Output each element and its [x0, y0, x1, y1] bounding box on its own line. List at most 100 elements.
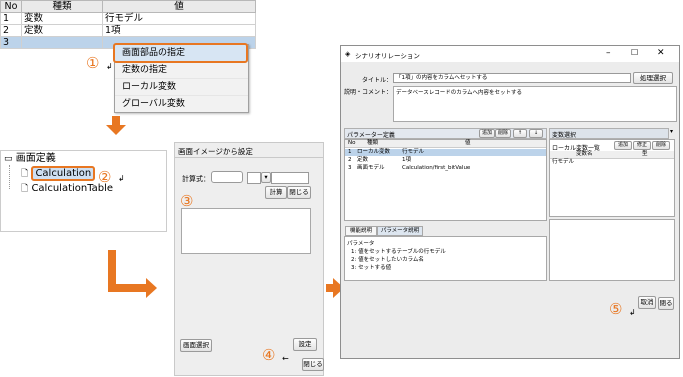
local-var-panel: ローカル変数一覧 追加 修正 削除 変数名 型 行モデル: [549, 139, 675, 217]
title-field[interactable]: 「1項」の内容をカラムへセットする: [393, 73, 631, 83]
cell-type: 定数: [21, 24, 103, 37]
flow-arrow-right: [108, 284, 148, 292]
desc-label: 説明・コメント：: [344, 89, 393, 96]
table-row[interactable]: 2 定数 1項: [0, 24, 256, 37]
close-button[interactable]: 閉じる: [287, 186, 311, 199]
tab-param-desc[interactable]: パラメータ説明: [377, 226, 423, 236]
cell-no: 2: [348, 157, 352, 163]
flow-arrowhead: [106, 125, 126, 135]
divider: [175, 157, 323, 158]
var-col-type: 型: [642, 151, 648, 157]
set-from-screen-dialog: 画面イメージから設定 計算式： ▾ 計算 閉じる 画面選択 設定 閉じる: [174, 142, 324, 376]
value-field[interactable]: [271, 172, 309, 184]
app-icon: ◈: [345, 50, 351, 58]
column-header-type[interactable]: 種類: [21, 0, 103, 13]
param-col-value: 値: [465, 140, 471, 146]
expression-area[interactable]: [181, 208, 311, 254]
cell-type: [21, 36, 103, 49]
window-title: シナリオリレーション: [355, 52, 420, 60]
var-edit-button[interactable]: 修正: [633, 141, 651, 150]
var-add-button[interactable]: 追加: [614, 141, 632, 150]
param-table-header: No 種類 値: [345, 140, 546, 148]
close-bottom-button[interactable]: 閉じる: [302, 358, 324, 371]
table-row[interactable]: 行モデル: [550, 159, 674, 166]
param-header: パラメーター定義: [347, 132, 395, 139]
cell-type: ローカル変数: [357, 149, 391, 155]
ok-button[interactable]: 取消: [638, 296, 656, 309]
var-select-label: 変数選択: [552, 132, 577, 139]
screen-select-button[interactable]: 画面選択: [180, 339, 212, 352]
var-col-name: 変数名: [576, 151, 593, 157]
tree-item-label: Calculation: [31, 166, 96, 181]
process-select-button[interactable]: 処理選択: [633, 72, 673, 84]
menu-item-screen-part[interactable]: 画面部品の指定: [113, 43, 248, 63]
title-bar: ◈ シナリオリレーション – ☐ ✕: [341, 46, 679, 62]
variable-table: No 種類 値 1 変数 行モデル 2 定数 1項 3: [0, 0, 256, 49]
var-table-header: 変数名 型: [550, 151, 674, 159]
step-number-2: ②: [98, 168, 112, 186]
highlight-box: [113, 43, 248, 63]
tab-function-desc[interactable]: 機能説明: [345, 226, 377, 236]
step-number-4: ④: [262, 346, 276, 364]
dialog-title: 画面イメージから設定: [178, 147, 253, 156]
param-add-button[interactable]: 追加: [479, 129, 495, 138]
step-number-3: ③: [180, 192, 194, 210]
maximize-icon[interactable]: ☐: [631, 48, 638, 57]
param-desc-title: パラメータ: [347, 241, 375, 247]
set-button[interactable]: 設定: [293, 338, 317, 351]
param-desc-line: 1: 値をセットするテーブルの行モデル: [351, 249, 446, 255]
column-header-value[interactable]: 値: [102, 0, 256, 13]
param-up-button[interactable]: ↑: [513, 129, 527, 138]
cell-no: 1: [0, 12, 22, 25]
menu-item-local-variable[interactable]: ローカル変数: [115, 78, 248, 95]
screen-definition-tree: ▭ 画面定義 🗋 Calculation 🗋 CalculationTable: [0, 150, 167, 232]
cell-value: 1項: [402, 157, 411, 163]
param-col-type: 種類: [367, 140, 379, 146]
column-header-no[interactable]: No: [0, 0, 22, 13]
folder-icon: ▭: [4, 154, 13, 164]
chevron-down-icon[interactable]: ▾: [670, 128, 673, 135]
param-col-no: No: [348, 140, 356, 146]
menu-item-global-variable[interactable]: グローバル変数: [115, 95, 248, 112]
cell-value: Calculation/first_bitValue: [402, 165, 471, 171]
cell-var-name: 行モデル: [552, 159, 575, 165]
minimize-icon[interactable]: –: [606, 48, 611, 58]
tree-item-calculation[interactable]: 🗋 Calculation: [21, 166, 96, 181]
param-table: No 種類 値 1 ローカル変数 行モデル 2 定数 1項 3 画面モデル Ca…: [344, 139, 547, 221]
tree-line: [9, 165, 11, 189]
table-row[interactable]: 2 定数 1項: [345, 157, 546, 164]
cursor-icon: ↲: [106, 62, 113, 71]
menu-item-constant[interactable]: 定数の指定: [115, 61, 248, 78]
close-button[interactable]: 閉る: [658, 297, 674, 310]
table-row[interactable]: 1 変数 行モデル: [0, 12, 256, 25]
cell-no: 3: [0, 36, 22, 49]
cell-value: 1項: [102, 24, 256, 37]
calc-label: 計算式：: [182, 175, 210, 183]
close-icon[interactable]: ✕: [657, 48, 665, 58]
var-select-bar[interactable]: 変数選択: [549, 128, 669, 139]
param-header-bar: パラメーター定義 追加 削除 ↑ ↓: [344, 128, 547, 139]
context-menu: 画面部品の指定 定数の指定 ローカル変数 グローバル変数: [113, 43, 249, 113]
title-label: タイトル：: [362, 77, 393, 84]
table-row[interactable]: 3 画面モデル Calculation/first_bitValue: [345, 165, 546, 172]
param-down-button[interactable]: ↓: [529, 129, 543, 138]
calc-button[interactable]: 計算: [265, 186, 287, 199]
cell-value: 行モデル: [102, 12, 256, 25]
cursor-icon: ↲: [629, 308, 636, 317]
param-desc-line: 3: セットする値: [351, 265, 392, 271]
operator-field[interactable]: [247, 172, 261, 184]
desc-field[interactable]: データベースレコードのカラムへ内容をセットする: [393, 86, 677, 122]
flow-arrowhead: [146, 278, 157, 298]
param-desc-line: 2: 値をセットしたいカラム名: [351, 257, 424, 263]
calc-field[interactable]: [211, 171, 243, 183]
param-delete-button[interactable]: 削除: [495, 129, 511, 138]
step-number-5: ⑤: [609, 300, 623, 318]
file-icon: 🗋: [21, 184, 29, 194]
cell-no: 1: [348, 149, 352, 155]
var-delete-button[interactable]: 削除: [652, 141, 670, 150]
step-number-1: ①: [86, 54, 100, 72]
cursor-icon: ↲: [118, 174, 125, 183]
table-row[interactable]: 1 ローカル変数 行モデル: [345, 149, 546, 156]
chevron-down-icon[interactable]: ▾: [261, 172, 271, 183]
tree-root[interactable]: ▭ 画面定義: [4, 152, 56, 166]
